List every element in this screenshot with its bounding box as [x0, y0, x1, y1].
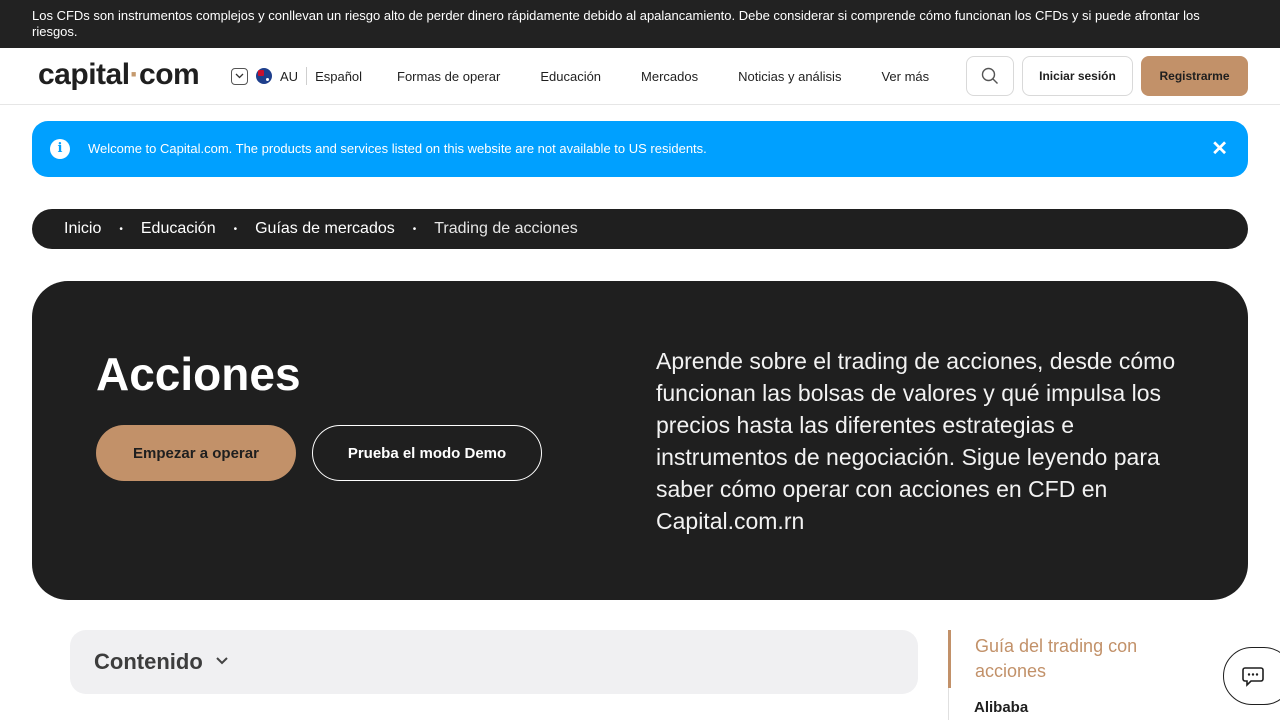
- nav-item-ver-mas[interactable]: Ver más: [881, 69, 929, 84]
- nav-item-noticias[interactable]: Noticias y análisis: [738, 69, 841, 84]
- chat-button[interactable]: [1223, 647, 1280, 705]
- us-residents-notice: i Welcome to Capital.com. The products a…: [32, 121, 1248, 177]
- breadcrumb-guias-de-mercados[interactable]: Guías de mercados: [255, 220, 395, 238]
- page-title: Acciones: [96, 348, 301, 400]
- nav-item-mercados[interactable]: Mercados: [641, 69, 698, 84]
- login-button[interactable]: Iniciar sesión: [1022, 56, 1133, 96]
- table-of-contents-toggle[interactable]: Contenido: [70, 630, 918, 694]
- nav-item-formas-de-operar[interactable]: Formas de operar: [397, 69, 500, 84]
- site-header: capital·com AU Español Formas de operar …: [0, 48, 1280, 105]
- chevron-down-icon: [216, 657, 228, 665]
- nav-item-educacion[interactable]: Educación: [540, 69, 601, 84]
- info-icon: i: [50, 139, 70, 159]
- breadcrumb-inicio[interactable]: Inicio: [64, 220, 101, 238]
- close-icon[interactable]: ✕: [1211, 136, 1228, 161]
- breadcrumb-educacion[interactable]: Educación: [141, 220, 216, 238]
- breadcrumb-current: Trading de acciones: [434, 220, 578, 237]
- hero-description: Aprende sobre el trading de acciones, de…: [656, 348, 1176, 534]
- language-label[interactable]: Español: [315, 69, 362, 84]
- logo-text-left: capital: [38, 58, 130, 91]
- sidebar-item-active[interactable]: Guía del trading con acciones: [948, 630, 1178, 688]
- australia-flag-icon: [256, 68, 272, 84]
- start-trading-button[interactable]: Empezar a operar: [96, 425, 296, 481]
- main-nav: Formas de operar Educación Mercados Noti…: [397, 69, 969, 84]
- sidebar-item-alibaba[interactable]: Alibaba: [974, 699, 1028, 716]
- risk-warning-banner: Los CFDs son instrumentos complejos y co…: [0, 0, 1280, 48]
- hero-section: Acciones Empezar a operar Prueba el modo…: [32, 281, 1248, 600]
- signup-button[interactable]: Registrarme: [1141, 56, 1248, 96]
- search-icon: [981, 67, 998, 84]
- breadcrumb-separator: •: [412, 223, 417, 235]
- divider: [306, 67, 308, 85]
- logo-dot: ·: [129, 58, 140, 91]
- breadcrumb-separator: •: [119, 223, 123, 235]
- chat-icon: [1242, 667, 1264, 687]
- logo-text-right: com: [139, 58, 200, 91]
- contents-label: Contenido: [94, 649, 203, 674]
- notice-text: Welcome to Capital.com. The products and…: [88, 141, 707, 156]
- search-button[interactable]: [966, 56, 1014, 96]
- guide-sidebar: Guía del trading con acciones Alibaba: [948, 630, 1208, 720]
- demo-mode-button[interactable]: Prueba el modo Demo: [312, 425, 542, 481]
- breadcrumb: Inicio • Educación • Guías de mercados •…: [32, 209, 1248, 249]
- risk-warning-text: Los CFDs son instrumentos complejos y co…: [32, 8, 1200, 39]
- chevron-down-icon[interactable]: [231, 67, 248, 85]
- breadcrumb-separator: •: [233, 223, 238, 235]
- capital-com-logo[interactable]: capital·com: [38, 58, 200, 92]
- region-code[interactable]: AU: [280, 69, 298, 84]
- region-language-selector[interactable]: AU Español: [231, 67, 362, 85]
